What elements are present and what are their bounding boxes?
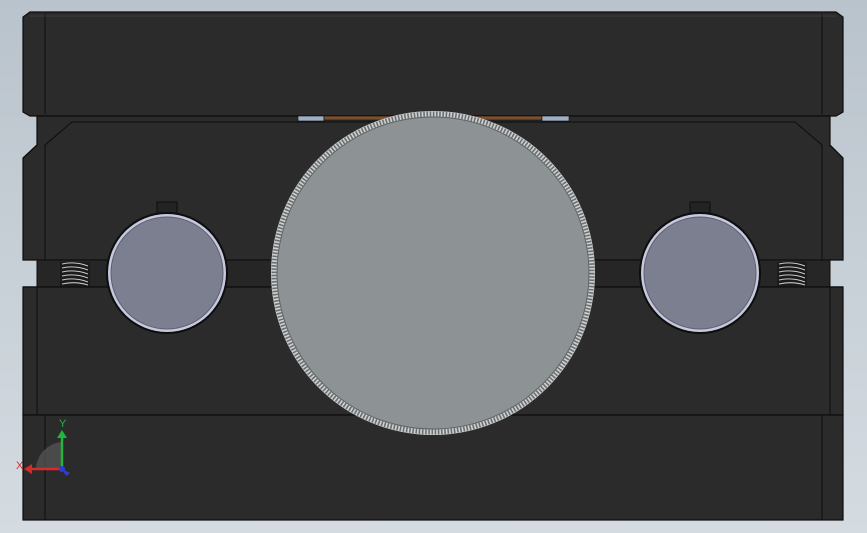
right-spring (777, 262, 807, 286)
left-spring (60, 262, 90, 286)
x-axis-label: X (16, 460, 24, 472)
cad-viewport[interactable]: X Y (0, 0, 867, 533)
top-cover-plate[interactable] (22, 11, 844, 117)
y-axis-label: Y (59, 418, 67, 430)
main-gear[interactable] (271, 111, 595, 435)
